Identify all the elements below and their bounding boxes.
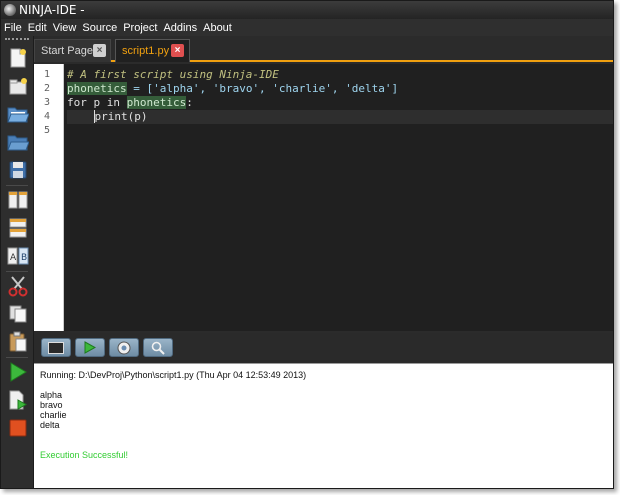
new-project-button[interactable] bbox=[5, 74, 30, 98]
code-comment: # A first script using Ninja-IDE bbox=[67, 68, 279, 81]
web-preview-button[interactable] bbox=[109, 338, 139, 357]
open-file-icon bbox=[6, 107, 29, 123]
new-file-button[interactable] bbox=[5, 46, 30, 70]
output-line: delta bbox=[40, 420, 60, 430]
open-file-button[interactable] bbox=[5, 102, 30, 126]
svg-text:A: A bbox=[10, 253, 17, 263]
code-text: = ['alpha', 'bravo', 'charlie', 'delta'] bbox=[126, 82, 399, 95]
console-icon bbox=[48, 341, 64, 354]
output-spacer bbox=[40, 430, 607, 450]
toolbar-separator bbox=[6, 185, 28, 186]
menu-addins[interactable]: Addins bbox=[160, 22, 200, 34]
line-number: 5 bbox=[43, 125, 50, 136]
run-output-button[interactable] bbox=[75, 338, 105, 357]
line-number: 3 bbox=[43, 97, 50, 108]
stop-icon bbox=[9, 419, 26, 437]
stop-icon bbox=[117, 341, 131, 354]
code-line-current[interactable]: print(p) bbox=[67, 110, 613, 124]
run-file-icon bbox=[9, 390, 27, 410]
svg-text:B: B bbox=[21, 253, 27, 263]
new-project-icon bbox=[9, 78, 27, 95]
search-icon bbox=[151, 341, 165, 355]
play-icon bbox=[84, 341, 96, 354]
open-project-button[interactable] bbox=[5, 130, 30, 154]
output-line: charlie bbox=[40, 410, 67, 420]
menu-bar: File Edit View Source Project Addins Abo… bbox=[1, 19, 613, 36]
output-line: alpha bbox=[40, 390, 63, 400]
run-project-button[interactable] bbox=[5, 360, 30, 384]
code-area[interactable]: # A first script using Ninja-IDE phoneti… bbox=[67, 68, 613, 138]
line-number: 4 bbox=[43, 111, 50, 122]
cut-button[interactable] bbox=[5, 274, 30, 298]
save-icon bbox=[9, 161, 26, 179]
execution-status: Execution Successful! bbox=[40, 450, 129, 460]
open-project-icon bbox=[6, 135, 29, 151]
find-in-files-button[interactable] bbox=[143, 338, 173, 357]
close-icon[interactable]: × bbox=[93, 44, 106, 57]
toolbar-separator bbox=[6, 271, 28, 272]
run-icon bbox=[10, 362, 27, 382]
new-file-icon bbox=[10, 48, 26, 68]
copy-icon bbox=[9, 305, 26, 323]
line-number: 2 bbox=[43, 83, 50, 94]
line-number-gutter: 1 2 3 4 5 bbox=[34, 64, 64, 331]
menu-about[interactable]: About bbox=[200, 22, 235, 34]
tab-label: script1.py bbox=[122, 45, 170, 57]
cut-icon bbox=[8, 276, 27, 297]
save-button[interactable] bbox=[5, 158, 30, 182]
code-line[interactable] bbox=[67, 124, 613, 138]
menu-project[interactable]: Project bbox=[120, 22, 160, 34]
toolbar-separator bbox=[6, 357, 28, 358]
main-toolbar: AB bbox=[1, 36, 34, 488]
paste-button[interactable] bbox=[5, 330, 30, 354]
find-replace-icon: AB bbox=[7, 247, 28, 265]
close-icon[interactable]: × bbox=[171, 44, 184, 57]
ide-window: NINJA-IDE - File Edit View Source Projec… bbox=[0, 0, 614, 489]
line-number: 1 bbox=[43, 69, 50, 80]
code-text: print(p) bbox=[93, 110, 148, 123]
code-line[interactable]: phonetics = ['alpha', 'bravo', 'charlie'… bbox=[67, 82, 613, 96]
find-replace-button[interactable]: AB bbox=[5, 244, 30, 268]
split-vertical-icon bbox=[9, 218, 26, 238]
code-line[interactable]: # A first script using Ninja-IDE bbox=[67, 68, 613, 82]
console-button[interactable] bbox=[41, 338, 71, 357]
code-editor[interactable]: 1 2 3 4 5 # A first script using Ninja-I… bbox=[34, 64, 613, 331]
copy-button[interactable] bbox=[5, 302, 30, 326]
tab-start-page[interactable]: Start Page × bbox=[34, 39, 111, 62]
split-horizontal-icon bbox=[8, 191, 27, 209]
code-keyword: for p in bbox=[67, 96, 127, 109]
output-line: bravo bbox=[40, 400, 63, 410]
menu-source[interactable]: Source bbox=[79, 22, 120, 34]
editor-tab-bar: Start Page × script1.py × bbox=[34, 36, 613, 62]
menu-file[interactable]: File bbox=[1, 22, 25, 34]
menu-edit[interactable]: Edit bbox=[25, 22, 50, 34]
ninja-ide-logo-icon bbox=[4, 4, 16, 16]
tab-label: Start Page bbox=[41, 45, 93, 57]
code-line[interactable]: for p in phonetics: bbox=[67, 96, 613, 110]
run-output-panel[interactable]: Running: D:\DevProj\Python\script1.py (T… bbox=[34, 363, 613, 488]
stop-button[interactable] bbox=[5, 416, 30, 440]
window-title: NINJA-IDE - bbox=[19, 3, 85, 17]
title-bar: NINJA-IDE - bbox=[1, 1, 613, 19]
code-text: : bbox=[186, 96, 193, 109]
code-identifier: phonetics bbox=[67, 82, 127, 95]
running-status: Running: D:\DevProj\Python\script1.py (T… bbox=[40, 370, 307, 380]
run-file-button[interactable] bbox=[5, 388, 30, 412]
split-vertical-button[interactable] bbox=[5, 216, 30, 240]
output-spacer bbox=[40, 380, 607, 390]
tab-script1[interactable]: script1.py × bbox=[115, 39, 190, 62]
paste-icon bbox=[9, 331, 26, 352]
menu-view[interactable]: View bbox=[50, 22, 80, 34]
split-horizontal-button[interactable] bbox=[5, 188, 30, 212]
code-identifier: phonetics bbox=[126, 96, 187, 109]
toolbar-grip[interactable] bbox=[5, 38, 29, 41]
misc-container-toolbar bbox=[34, 333, 613, 363]
